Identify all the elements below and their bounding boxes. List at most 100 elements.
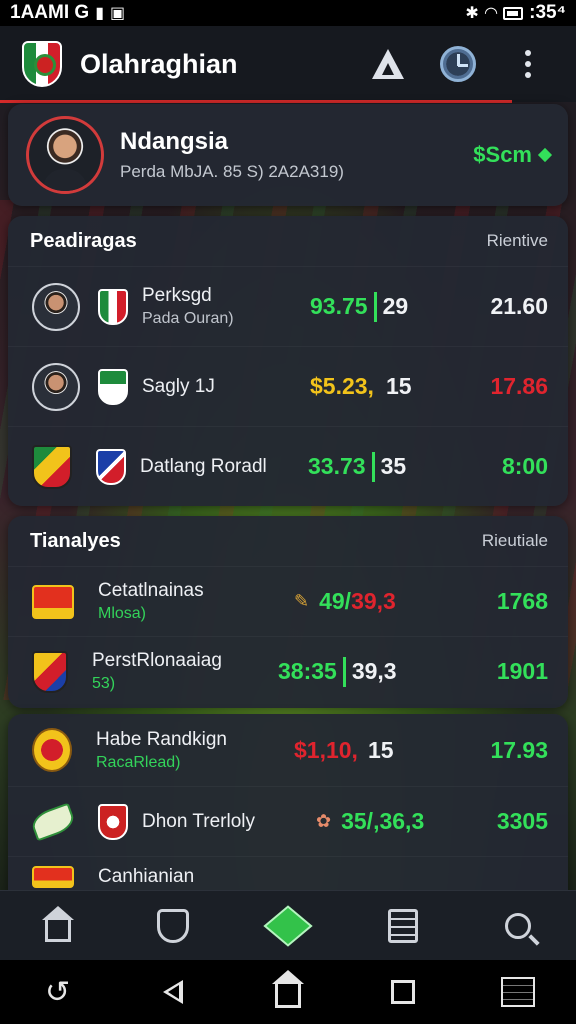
nav-search[interactable] <box>488 896 548 956</box>
bottom-nav <box>0 890 576 960</box>
list-item[interactable]: Habe Randkign RacaRlead) $1,10, 15 17.93 <box>8 714 568 786</box>
item-last: 17.86 <box>490 373 548 399</box>
item-last: 1901 <box>496 658 548 684</box>
item-last: 17.93 <box>490 736 548 763</box>
team-badge-icon <box>32 444 72 489</box>
item-value: 38:35 <box>278 658 337 684</box>
app-bar: Olahraghian <box>0 26 576 102</box>
square-icon <box>391 980 416 1004</box>
team-badge-icon <box>32 728 72 772</box>
wifi-icon: ◠ <box>484 5 498 22</box>
system-recents-button[interactable] <box>373 967 433 1017</box>
chart-icon <box>501 977 536 1007</box>
section-sort-label[interactable]: Rieutiale <box>482 531 548 551</box>
bluetooth-icon: ✱ <box>465 5 479 22</box>
cube-icon <box>263 904 313 947</box>
item-value: $1,10, <box>294 736 358 763</box>
section-title: Peadiragas <box>30 229 137 252</box>
item-value: 49/ <box>319 588 352 614</box>
list-item[interactable]: Dhon Trerloly ✿ 35/, 36,3 3305 <box>8 786 568 856</box>
item-name: Cetatlnainas <box>98 580 204 601</box>
avatar <box>32 362 80 411</box>
list-item[interactable]: Perksgd Pada Ouran) 93.75 29 21.60 <box>8 266 568 346</box>
item-last: 21.60 <box>490 293 548 319</box>
list-item[interactable]: Sagly 1J $5.23, 15 17.86 <box>8 346 568 426</box>
item-name: Perksgd <box>142 285 212 306</box>
status-bar: 1AAMI G ▮ ▣ ✱ ◠ :35⁴ <box>0 0 576 26</box>
battery-icon <box>503 6 524 20</box>
item-value: 33.73 <box>308 453 366 479</box>
nav-cube[interactable] <box>258 896 318 956</box>
signal-icon: ▮ <box>95 5 104 22</box>
nav-shield[interactable] <box>143 896 203 956</box>
carrier-text: 1AAMI G <box>10 2 90 23</box>
profile-subtitle: Perda MbJA. 85 S) 2A2A319) <box>120 162 344 181</box>
item-name: Sagly 1J <box>142 375 215 397</box>
section-sort-label[interactable]: Rientive <box>487 231 548 251</box>
system-home-button[interactable] <box>258 967 318 1017</box>
crest-icon <box>98 368 128 405</box>
back-icon: ↺ <box>45 975 71 1009</box>
item-sub: 53) <box>92 675 116 692</box>
search-icon <box>505 912 532 939</box>
list-item[interactable]: Cetatlnainas Mlosa) ✎ 49/ 39,3 1768 <box>8 566 568 636</box>
triangle-button[interactable] <box>362 38 414 90</box>
pencil-icon: ✎ <box>294 591 310 611</box>
item-sub: Pada Ouran) <box>142 310 234 327</box>
shield-logo-icon <box>22 41 62 87</box>
clock-button[interactable] <box>432 38 484 90</box>
item-last: 3305 <box>496 808 548 834</box>
more-options-button[interactable] <box>502 38 554 90</box>
avatar <box>32 282 80 331</box>
profile-value-text: $Scm <box>473 142 532 167</box>
item-secondary: 35 <box>380 453 407 479</box>
profile-card[interactable]: Ndangsia Perda MbJA. 85 S) 2A2A319) $Scm <box>8 104 568 206</box>
image-icon: ▣ <box>110 5 126 22</box>
item-name: PerstRlonaaiag <box>92 650 222 671</box>
divider-bar <box>342 656 346 687</box>
brush-icon: ✿ <box>316 811 332 831</box>
avatar <box>26 116 104 194</box>
app-title: Olahraghian <box>80 48 238 79</box>
team-badge-icon <box>32 865 74 888</box>
item-secondary: 29 <box>382 293 409 319</box>
nav-home[interactable] <box>28 896 88 956</box>
divider-bar <box>373 291 377 322</box>
item-last: 1768 <box>496 588 548 614</box>
item-value: $5.23, <box>310 373 374 399</box>
item-sub: RacaRlead) <box>96 753 181 771</box>
team-badge-icon <box>32 584 74 619</box>
nav-documents[interactable] <box>373 896 433 956</box>
list-item[interactable]: Datlang Roradl 33.73 35 8:00 <box>8 426 568 506</box>
clock-icon <box>440 46 476 82</box>
profile-value: $Scm <box>473 142 553 168</box>
system-back-button[interactable]: ↺ <box>28 967 88 1017</box>
item-last: 8:00 <box>501 453 548 479</box>
more-vert-icon <box>525 50 531 78</box>
diamond-icon <box>537 147 553 163</box>
document-icon <box>388 908 419 943</box>
home-icon <box>41 905 74 942</box>
leaf-badge-icon <box>28 802 78 841</box>
item-value-2: 36,3 <box>379 808 425 834</box>
crest-icon <box>96 448 126 485</box>
item-value-2: 39,3 <box>351 588 396 614</box>
item-name: Dhon Trerloly <box>142 810 255 832</box>
item-value: 35/, <box>341 808 380 834</box>
item-secondary: 39,3 <box>351 658 397 684</box>
crest-icon <box>98 288 128 325</box>
item-name: Habe Randkign <box>96 728 227 750</box>
team-badge-icon <box>32 650 68 693</box>
system-triangle-button[interactable] <box>143 967 203 1017</box>
system-nav-bar: ↺ <box>0 960 576 1024</box>
section-card-3: Habe Randkign RacaRlead) $1,10, 15 17.93… <box>8 714 568 904</box>
profile-name: Ndangsia <box>120 128 229 155</box>
system-chart-button[interactable] <box>488 967 548 1017</box>
item-secondary: 15 <box>385 373 412 399</box>
shield-icon <box>156 908 189 943</box>
triangle-back-icon <box>162 980 183 1004</box>
list-item[interactable]: PerstRlonaaiag 53) 38:35 39,3 1901 <box>8 636 568 706</box>
app-bar-accent-line <box>0 100 512 103</box>
item-secondary: 15 <box>367 736 394 763</box>
status-time: :35⁴ <box>529 2 566 23</box>
